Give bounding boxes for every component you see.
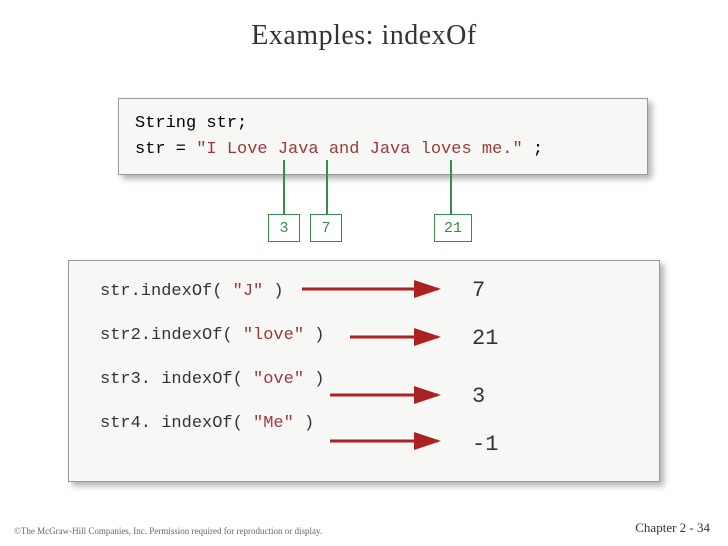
call-row-1: str.indexOf( "J" ) — [100, 282, 284, 301]
index-label-3: 3 — [268, 214, 300, 242]
string-literal: "I Love Java and Java loves me." — [196, 140, 522, 159]
arrow-3 — [300, 386, 450, 404]
call-row-4: str4. indexOf( "Me" ) — [100, 414, 314, 433]
slide-title: Examples: indexOf — [0, 0, 728, 52]
arrow-2 — [300, 328, 450, 346]
result-2: 21 — [472, 326, 498, 351]
page-number: Chapter 2 - 34 — [635, 520, 710, 536]
index-line-3 — [283, 160, 285, 214]
declaration-box: String str; str = "I Love Java and Java … — [118, 98, 648, 175]
copyright: ©The McGraw-Hill Companies, Inc. Permiss… — [14, 526, 322, 536]
index-line-7 — [326, 160, 328, 214]
result-1: 7 — [472, 278, 485, 303]
result-3: 3 — [472, 384, 485, 409]
call-row-2: str2.indexOf( "love" ) — [100, 326, 324, 345]
result-4: -1 — [472, 432, 498, 457]
arrow-4 — [300, 432, 450, 450]
index-line-21 — [450, 160, 452, 214]
call-row-3: str3. indexOf( "ove" ) — [100, 370, 324, 389]
index-label-7: 7 — [310, 214, 342, 242]
decl-line-1: String str; — [135, 111, 631, 137]
arrow-1 — [300, 280, 450, 298]
decl-line-2: str = "I Love Java and Java loves me." ; — [135, 137, 631, 163]
index-label-21: 21 — [434, 214, 472, 242]
